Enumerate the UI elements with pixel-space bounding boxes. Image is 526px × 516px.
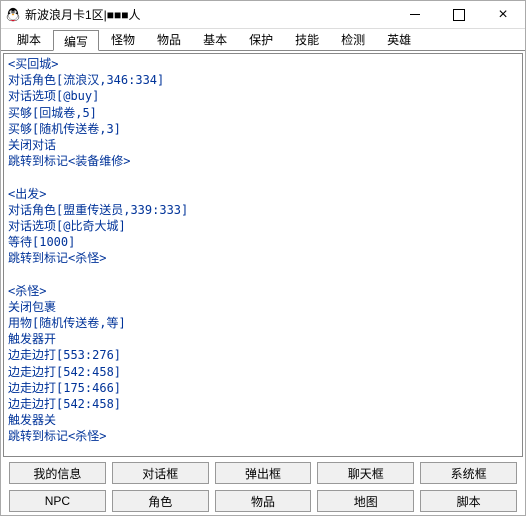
tab-保护[interactable]: 保护 (239, 29, 283, 50)
tab-英雄[interactable]: 英雄 (377, 29, 421, 50)
button-物品[interactable]: 物品 (215, 490, 312, 512)
tab-脚本[interactable]: 脚本 (7, 29, 51, 50)
button-我的信息[interactable]: 我的信息 (9, 462, 106, 484)
tab-怪物[interactable]: 怪物 (101, 29, 145, 50)
button-NPC[interactable]: NPC (9, 490, 106, 512)
tab-检测[interactable]: 检测 (331, 29, 375, 50)
tab-编写[interactable]: 编写 (53, 30, 99, 51)
close-button[interactable]: × (481, 1, 525, 29)
button-弹出框[interactable]: 弹出框 (215, 462, 312, 484)
button-地图[interactable]: 地图 (317, 490, 414, 512)
script-editor[interactable]: <买回城> 对话角色[流浪汉,346:334] 对话选项[@buy] 买够[回城… (3, 53, 523, 457)
button-角色[interactable]: 角色 (112, 490, 209, 512)
button-系统框[interactable]: 系统框 (420, 462, 517, 484)
app-icon (5, 7, 21, 23)
tab-物品[interactable]: 物品 (147, 29, 191, 50)
tab-bar: 脚本编写怪物物品基本保护技能检测英雄 (1, 29, 525, 51)
tab-基本[interactable]: 基本 (193, 29, 237, 50)
window-title: 新波浪月卡1区|■■■人 (25, 6, 393, 23)
minimize-button[interactable] (393, 1, 437, 29)
button-对话框[interactable]: 对话框 (112, 462, 209, 484)
button-脚本[interactable]: 脚本 (420, 490, 517, 512)
tab-技能[interactable]: 技能 (285, 29, 329, 50)
maximize-button[interactable] (437, 1, 481, 29)
button-聊天框[interactable]: 聊天框 (317, 462, 414, 484)
